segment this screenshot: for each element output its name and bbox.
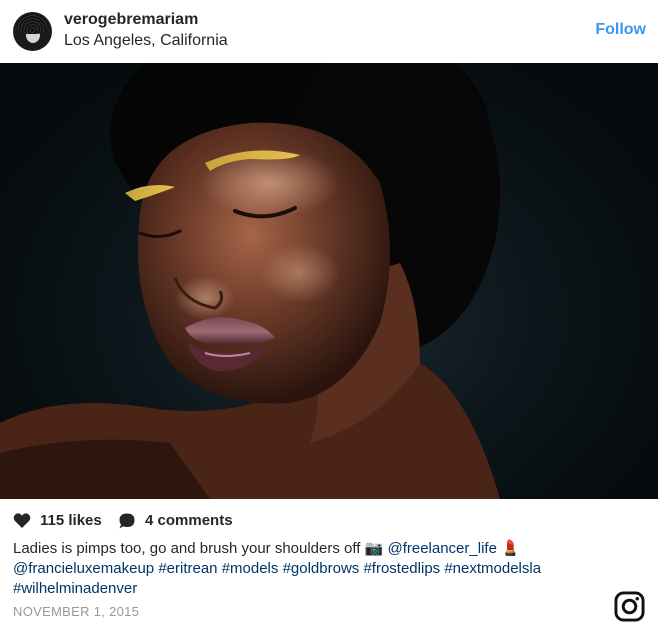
hashtag[interactable]: #eritrean — [158, 560, 217, 577]
likes-count[interactable]: 115 likes — [40, 512, 102, 529]
post-photo[interactable] — [0, 63, 658, 499]
hashtag[interactable]: #frostedlips — [363, 560, 440, 577]
caption-text: Ladies is pimps too, go and brush your s… — [13, 540, 365, 557]
hashtag[interactable]: #nextmodelsla — [444, 560, 541, 577]
post-date[interactable]: NOVEMBER 1, 2015 — [13, 604, 139, 619]
hashtag[interactable]: #models — [222, 560, 279, 577]
comments-count[interactable]: 4 comments — [145, 512, 233, 529]
location[interactable]: Los Angeles, California — [64, 32, 228, 50]
instagram-icon[interactable] — [614, 591, 645, 622]
hashtag[interactable]: #wilhelminadenver — [13, 580, 137, 597]
heart-icon[interactable] — [13, 512, 31, 529]
portrait-illustration — [0, 63, 500, 499]
hashtag[interactable]: #goldbrows — [283, 560, 360, 577]
post-header: verogebremariam Los Angeles, California … — [0, 0, 658, 63]
camera-emoji: 📷 — [364, 540, 384, 557]
lipstick-emoji: 💄 — [501, 540, 520, 557]
follow-button[interactable]: Follow — [595, 21, 646, 39]
comment-icon[interactable] — [118, 512, 136, 530]
mention-freelancer-life[interactable]: @freelancer_life — [387, 540, 496, 557]
mention-francieluxemakeup[interactable]: @francieluxemakeup — [13, 560, 154, 577]
username[interactable]: verogebremariam — [64, 11, 198, 29]
avatar-hair — [17, 14, 48, 34]
post-actions: 115 likes 4 comments — [0, 509, 658, 533]
caption: Ladies is pimps too, go and brush your s… — [13, 539, 645, 599]
avatar[interactable] — [13, 12, 52, 51]
